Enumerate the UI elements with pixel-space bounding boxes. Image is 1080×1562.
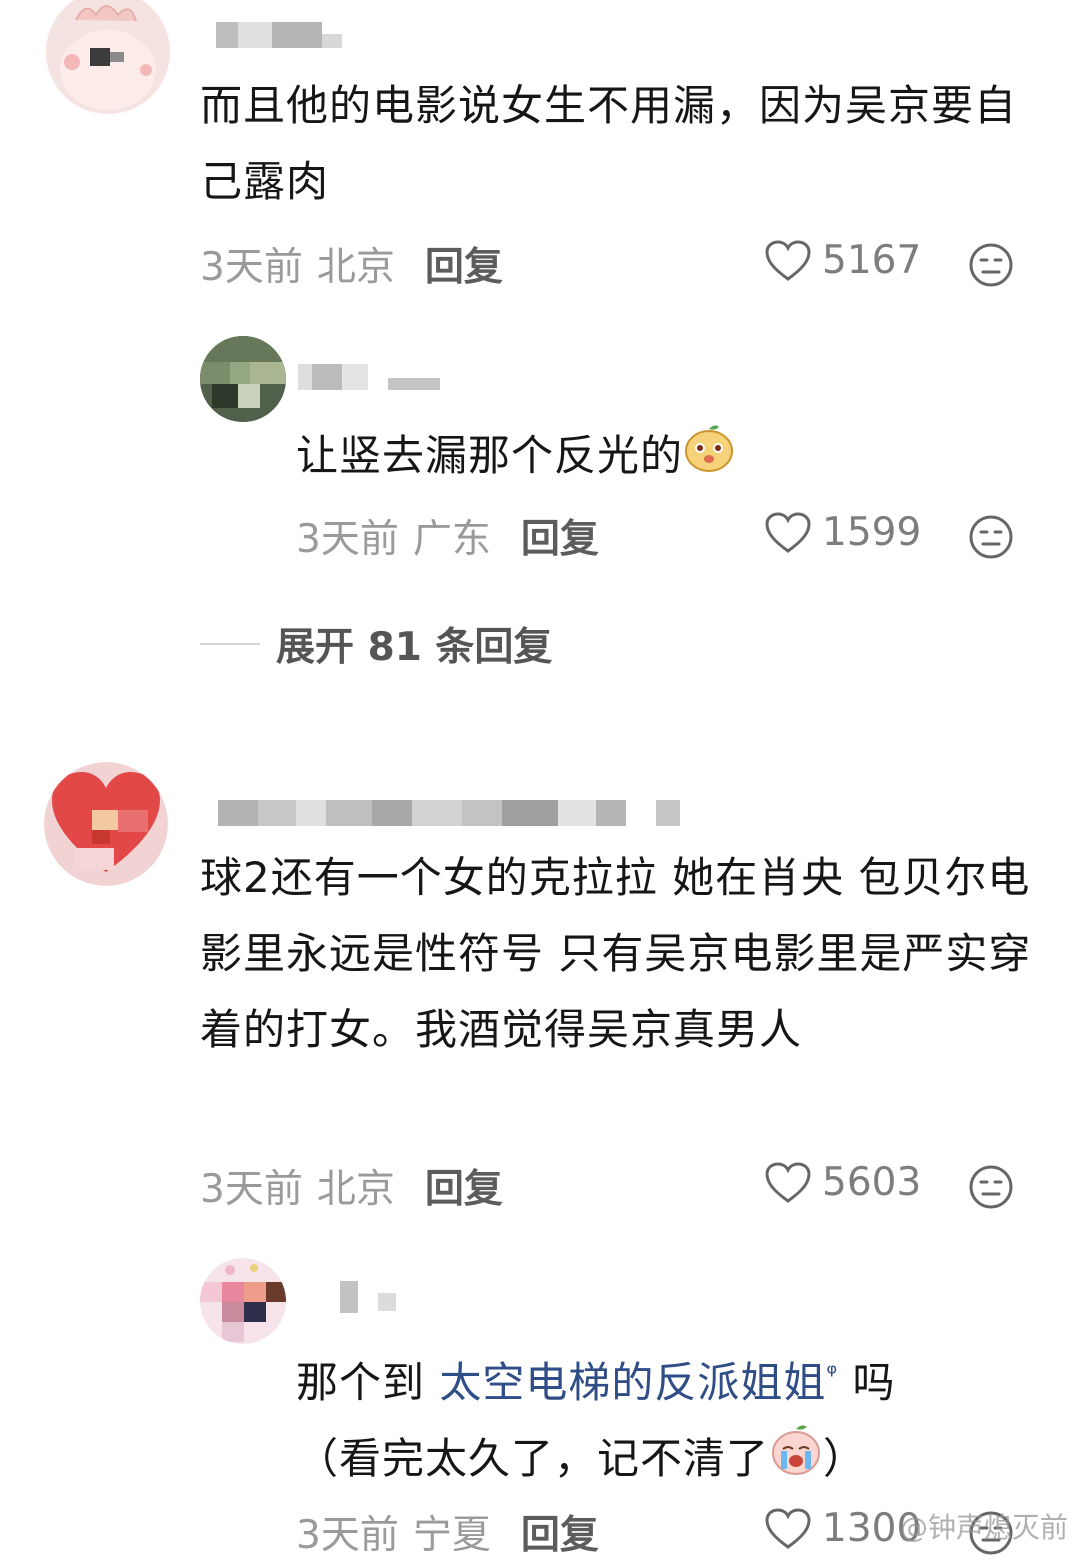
dislike-button[interactable] [968, 242, 1014, 292]
reply-button[interactable]: 回复 [521, 1504, 599, 1560]
heart-icon [765, 1161, 811, 1203]
comment-location: 北京 [316, 1167, 395, 1212]
like-count: 1599 [822, 510, 922, 555]
comment-location: 北京 [316, 245, 395, 290]
user-avatar[interactable] [44, 762, 168, 886]
reply-text-content: 让竖去漏那个反光的 [296, 431, 684, 480]
neutral-face-icon [969, 243, 1013, 287]
heart-icon [765, 511, 811, 553]
reply-text: 让竖去漏那个反光的 [296, 418, 996, 497]
reply-avatar[interactable] [200, 336, 286, 422]
username-blurred[interactable] [218, 796, 680, 830]
like-button[interactable]: 5603 [764, 1160, 921, 1205]
reply-like-button[interactable]: 1599 [764, 510, 921, 555]
reply-meta: 3天前 广东 回复 [296, 506, 1080, 566]
reply-text: 那个到 太空电梯的反派姐姐ᵠ 吗 （看完太久了，记不清了 ） [296, 1336, 1016, 1501]
neutral-face-icon [969, 515, 1013, 559]
divider-line [200, 643, 260, 645]
comment-text: 球2还有一个女的克拉拉 她在肖央 包贝尔电影里永远是性符号 只有吴京电影里是严实… [200, 853, 1032, 1054]
username-blurred[interactable] [216, 18, 342, 52]
dislike-button[interactable] [968, 1164, 1014, 1214]
reply-button[interactable]: 回复 [425, 1158, 503, 1214]
plant-avatar-icon [200, 336, 286, 422]
reply-like-button[interactable]: 1300 [764, 1506, 921, 1551]
user-avatar[interactable] [46, 0, 170, 114]
reply-dislike-button[interactable] [968, 514, 1014, 564]
expand-replies-label: 展开 81 条回复 [276, 625, 553, 670]
neutral-face-icon [969, 1165, 1013, 1209]
reply-location: 宁夏 [412, 1513, 491, 1558]
like-count: 5167 [822, 238, 922, 283]
reply-avatar[interactable] [200, 1258, 286, 1344]
search-link-icon[interactable]: ᵠ [826, 1359, 838, 1389]
reply-location: 广东 [412, 517, 491, 562]
reply-time: 3天前 [296, 517, 399, 562]
heart-icon [765, 1507, 811, 1549]
comment-time: 3天前 [200, 245, 303, 290]
heart-icon [765, 239, 811, 281]
crying-face-emoji-icon [769, 1423, 823, 1501]
pastel-avatar-icon [200, 1258, 286, 1344]
like-count: 5603 [822, 1160, 922, 1205]
reply-text-line2-end: ） [823, 1434, 867, 1483]
pink-dino-avatar-icon [46, 0, 170, 114]
reply-button[interactable]: 回复 [425, 236, 503, 292]
reply-text-after: 吗 [838, 1358, 896, 1407]
reply-username-blurred[interactable] [340, 1280, 396, 1314]
search-link[interactable]: 太空电梯的反派姐姐 [439, 1358, 826, 1407]
reply-button[interactable]: 回复 [521, 508, 599, 564]
reply-time: 3天前 [296, 1513, 399, 1558]
comment-time: 3天前 [200, 1167, 303, 1212]
comment-text: 而且他的电影说女生不用漏，因为吴京要自己露肉 [200, 81, 1018, 206]
reply-text-line2: （看完太久了，记不清了 [296, 1434, 770, 1483]
red-heart-avatar-icon [44, 762, 168, 886]
expand-replies-button[interactable]: 展开 81 条回复 [200, 616, 552, 672]
watermark: @钟声熄灭前 [899, 1511, 1068, 1544]
reply-text-before: 那个到 [296, 1358, 440, 1407]
reply-username-blurred[interactable] [298, 360, 440, 394]
yellow-bear-emoji-icon [683, 421, 735, 497]
like-button[interactable]: 5167 [764, 238, 921, 283]
